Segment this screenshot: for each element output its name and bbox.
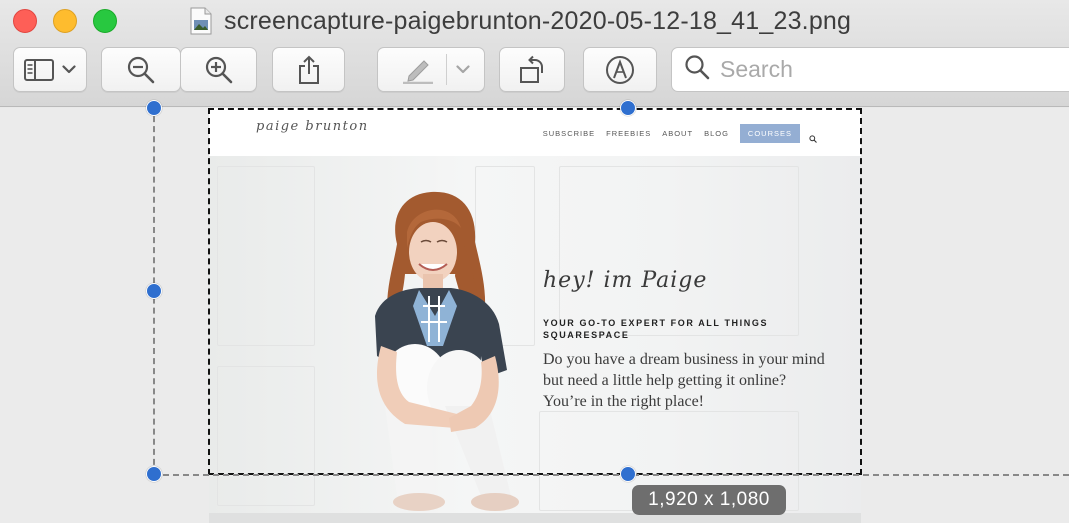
resize-handle-bottom-left[interactable] [146,466,162,482]
image-canvas: paige brunton SUBSCRIBE FREEBIES ABOUT B… [0,108,1069,523]
png-file-icon [190,7,212,35]
zoom-window-button[interactable] [93,9,117,33]
pen-circle-icon [604,54,636,86]
chevron-down-icon[interactable] [456,65,470,74]
markup-button[interactable] [583,47,657,92]
resize-handle-left[interactable] [146,283,162,299]
rotate-button[interactable] [499,47,565,92]
share-button[interactable] [272,47,345,92]
sidebar-icon [24,58,54,81]
resize-handle-top[interactable] [620,100,636,116]
search-field[interactable] [671,47,1069,92]
resize-handle-top-left[interactable] [146,100,162,116]
selection-size-badge: 1,920 x 1,080 [632,485,786,515]
window-toolbar: screencapture-paigebrunton-2020-05-12-18… [0,0,1069,107]
zoom-out-icon [126,55,156,85]
zoom-in-icon [204,55,234,85]
zoom-in-button[interactable] [180,47,257,92]
resize-handle-bottom[interactable] [620,466,636,482]
search-icon [684,54,710,85]
share-icon [297,55,321,85]
minimize-window-button[interactable] [53,9,77,33]
zoom-out-button[interactable] [101,47,181,92]
window-title-area: screencapture-paigebrunton-2020-05-12-18… [190,4,851,38]
chevron-down-icon [62,65,76,74]
close-window-button[interactable] [13,9,37,33]
highlighter-icon [401,56,435,84]
window-title: screencapture-paigebrunton-2020-05-12-18… [224,6,852,35]
selection-rectangle[interactable] [208,108,862,475]
search-input[interactable] [720,56,1040,83]
sidebar-toggle-button[interactable] [13,47,87,92]
segment-divider [446,54,447,85]
highlight-button[interactable] [377,47,485,92]
crop-guide-bottom [153,474,1069,476]
rotate-left-icon [517,55,547,85]
